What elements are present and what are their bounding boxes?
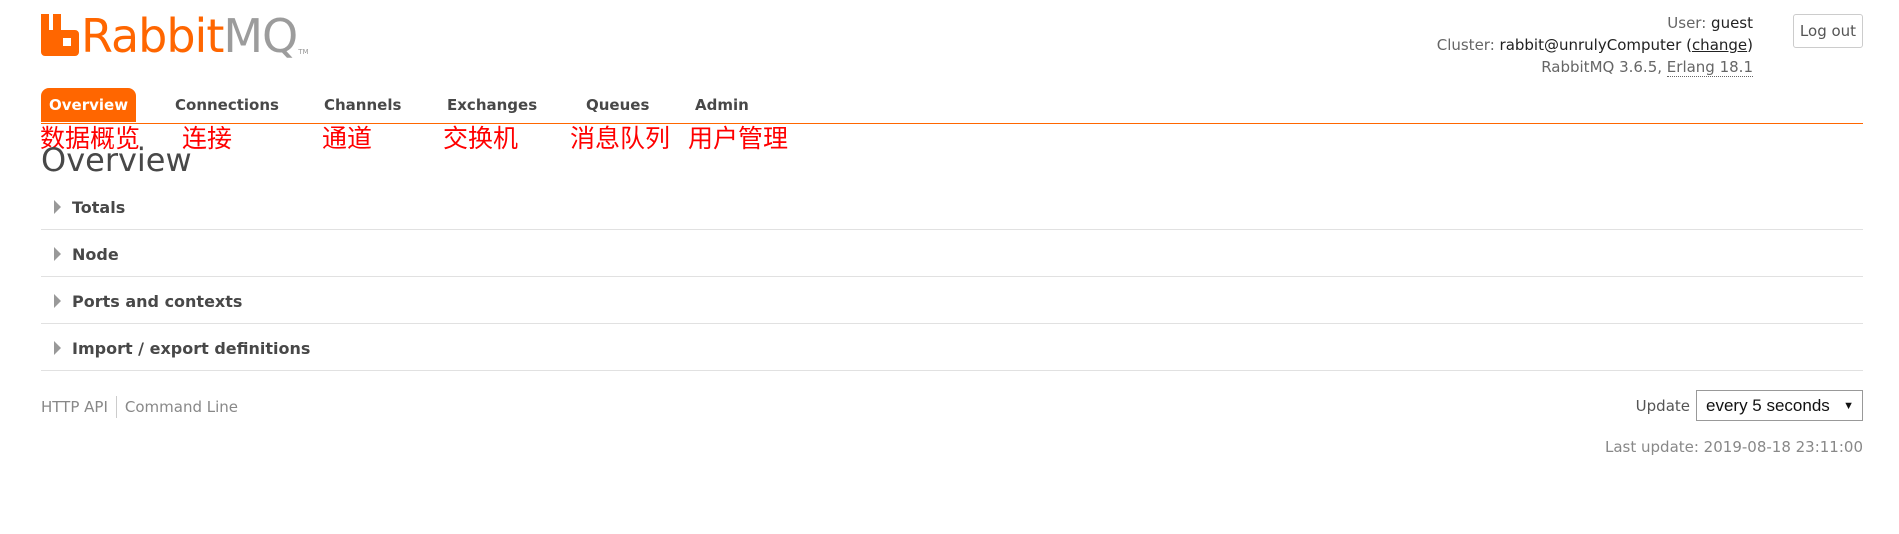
footer-links: HTTP API Command Line	[41, 396, 238, 418]
annotation-channels: 通道	[322, 124, 373, 153]
dropdown-caret-icon: ▼	[1843, 399, 1854, 412]
cluster-label: Cluster:	[1436, 36, 1495, 54]
section-node[interactable]: Node	[41, 230, 1863, 277]
update-interval-value: every 5 seconds	[1706, 395, 1830, 415]
footer-divider	[115, 396, 117, 418]
user-label: User:	[1667, 14, 1707, 32]
tab-connections[interactable]: Connections	[167, 88, 287, 122]
http-api-link[interactable]: HTTP API	[41, 398, 108, 416]
annotation-admin: 用户管理	[688, 124, 789, 153]
cluster-value: rabbit@unrulyComputer	[1499, 36, 1682, 54]
section-ports-and-contexts[interactable]: Ports and contexts	[41, 277, 1863, 324]
update-control: Update every 5 seconds ▼	[1636, 390, 1863, 421]
page-title: Overview	[41, 141, 192, 179]
section-label: Totals	[72, 198, 126, 217]
user-value: guest	[1711, 14, 1753, 32]
section-import-export[interactable]: Import / export definitions	[41, 324, 1863, 371]
logout-button[interactable]: Log out	[1793, 14, 1863, 48]
annotation-exchanges: 交换机	[443, 124, 519, 153]
erlang-version: Erlang 18.1	[1666, 58, 1753, 77]
expand-triangle-icon	[54, 341, 61, 355]
main-tabs: Overview Connections Channels Exchanges …	[41, 88, 1863, 124]
update-interval-select[interactable]: every 5 seconds ▼	[1696, 390, 1863, 421]
expand-triangle-icon	[54, 200, 61, 214]
expand-triangle-icon	[54, 247, 61, 261]
tab-channels[interactable]: Channels	[316, 88, 409, 122]
section-label: Node	[72, 245, 119, 264]
tab-exchanges[interactable]: Exchanges	[439, 88, 545, 122]
rabbitmq-logo[interactable]: RabbitMQ TM	[41, 13, 309, 59]
command-line-link[interactable]: Command Line	[125, 398, 238, 416]
tab-queues[interactable]: Queues	[578, 88, 657, 122]
annotation-queues: 消息队列	[570, 124, 671, 153]
version-line: RabbitMQ 3.6.5, Erlang 18.1	[1437, 56, 1753, 78]
logo-wordmark: RabbitMQ	[81, 13, 298, 59]
expand-triangle-icon	[54, 294, 61, 308]
user-line: User: guest	[1437, 12, 1753, 34]
update-label: Update	[1635, 396, 1690, 415]
last-update: Last update: 2019-08-18 23:11:00	[1605, 438, 1863, 456]
tab-overview[interactable]: Overview	[41, 88, 137, 122]
logo-trademark: TM	[298, 48, 309, 56]
logo-mq-text: MQ	[223, 9, 298, 63]
rabbitmq-logo-icon	[41, 14, 79, 56]
section-label: Ports and contexts	[72, 292, 243, 311]
tab-admin[interactable]: Admin	[687, 88, 757, 122]
rabbitmq-version: RabbitMQ 3.6.5,	[1541, 58, 1663, 76]
section-totals[interactable]: Totals	[41, 183, 1863, 230]
cluster-change-suffix: )	[1747, 36, 1753, 54]
cluster-line: Cluster: rabbit@unrulyComputer (change)	[1437, 34, 1753, 56]
logo-rabbit-text: Rabbit	[81, 9, 224, 63]
section-label: Import / export definitions	[72, 339, 311, 358]
cluster-change-link[interactable]: change	[1692, 36, 1747, 54]
header-info: User: guest Cluster: rabbit@unrulyComput…	[1437, 12, 1753, 78]
